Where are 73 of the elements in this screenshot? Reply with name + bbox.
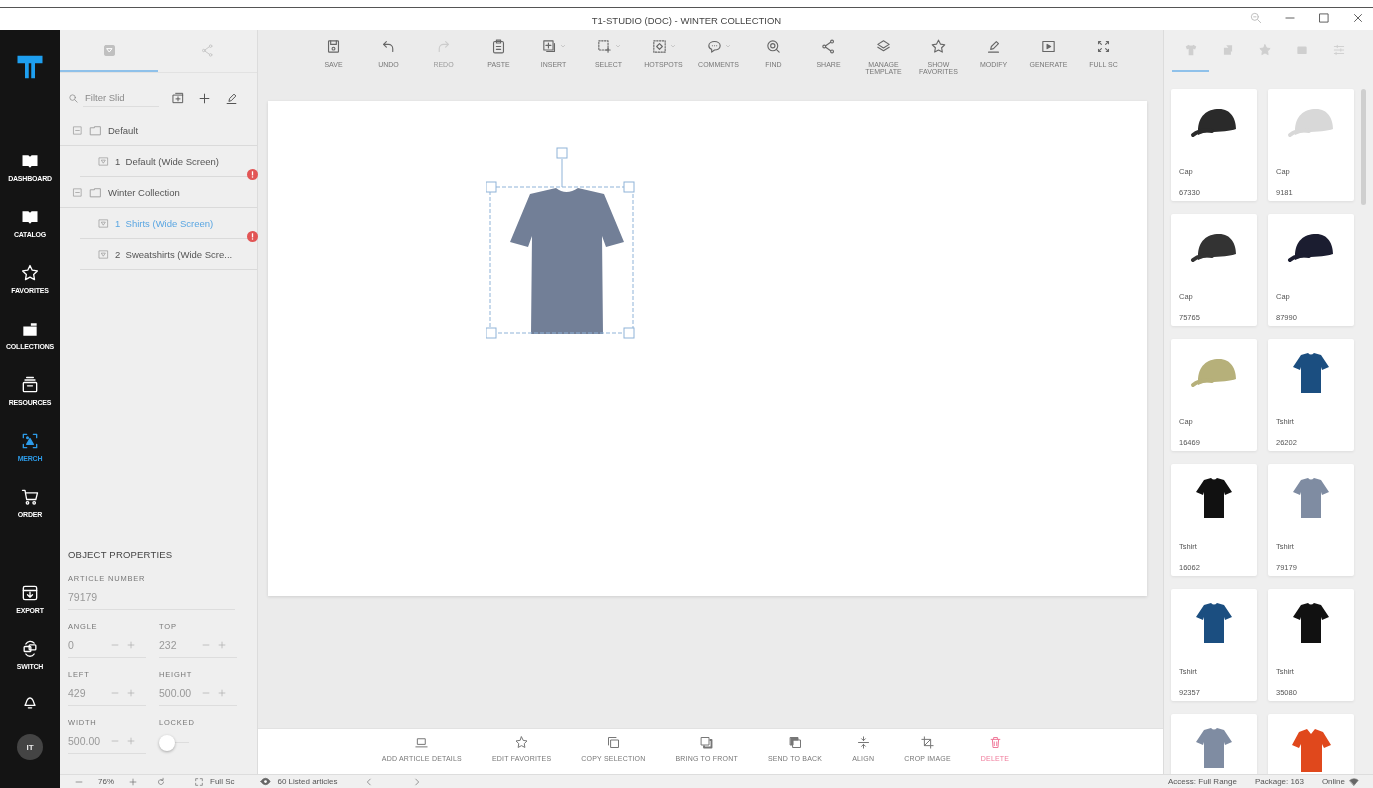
eye-icon xyxy=(260,776,272,787)
close-icon xyxy=(1351,11,1365,25)
monitor-icon xyxy=(414,735,430,750)
shirt-icon xyxy=(1183,43,1198,57)
folder-icon xyxy=(89,185,102,199)
plus-icon xyxy=(126,640,136,650)
plus-icon xyxy=(197,90,212,106)
add-slide-button[interactable] xyxy=(171,91,185,105)
add-button[interactable] xyxy=(197,90,212,106)
tree-group[interactable]: Default xyxy=(60,115,257,146)
access-label: Access: Full Range xyxy=(1168,777,1237,786)
slide-icon xyxy=(98,248,109,260)
selection-frame[interactable] xyxy=(486,147,635,339)
bring-front-icon xyxy=(699,735,715,750)
sliders-icon xyxy=(1331,43,1346,57)
maximize-icon xyxy=(1317,11,1331,25)
folder-icon xyxy=(89,123,102,137)
article-count: 60 Listed articles xyxy=(277,777,338,786)
field-value[interactable]: 500.00 xyxy=(68,735,104,747)
slide-icon xyxy=(101,42,117,58)
scrollbar-thumb[interactable] xyxy=(1361,89,1366,205)
refresh-icon xyxy=(156,776,166,787)
field-value[interactable]: 429 xyxy=(68,687,104,699)
star-icon xyxy=(20,262,40,283)
zoom-in-icon xyxy=(128,776,138,787)
increment-button[interactable] xyxy=(217,688,227,698)
share-icon xyxy=(199,42,215,58)
find-icon xyxy=(765,37,782,55)
hotspot-icon xyxy=(650,37,668,55)
slide-canvas[interactable] xyxy=(268,101,1147,596)
increment-button[interactable] xyxy=(217,640,227,650)
star-icon xyxy=(514,735,530,750)
selection-icon xyxy=(595,37,613,55)
window-title: T1-STUDIO (DOC) - WINTER COLLECTION xyxy=(591,15,782,26)
plus-icon xyxy=(126,736,136,746)
user-avatar[interactable]: IT xyxy=(17,734,43,760)
increment-button[interactable] xyxy=(126,736,136,746)
collapse-icon xyxy=(72,186,83,198)
plus-icon xyxy=(126,688,136,698)
zoom-icon[interactable] xyxy=(1249,11,1263,25)
plus-icon xyxy=(217,688,227,698)
slide-icon xyxy=(98,155,109,167)
field-value[interactable]: 500.00 xyxy=(159,687,195,699)
increment-button[interactable] xyxy=(126,640,136,650)
save-icon xyxy=(325,37,342,55)
field-value[interactable]: 232 xyxy=(159,639,195,651)
package-label: Package: 163 xyxy=(1254,777,1304,786)
signal-icon xyxy=(1349,776,1359,787)
filter-field[interactable]: Filter Slid xyxy=(83,89,159,107)
align-icon xyxy=(855,735,871,750)
copy-icon xyxy=(605,735,621,750)
toggle-switch[interactable] xyxy=(159,735,189,751)
field-value[interactable]: 0 xyxy=(68,639,104,651)
insert-icon xyxy=(540,37,558,55)
increment-button[interactable] xyxy=(126,688,136,698)
connection-status: Online xyxy=(1321,777,1345,786)
star-icon xyxy=(1257,43,1272,57)
send-back-icon xyxy=(787,735,803,750)
crop-icon xyxy=(919,735,935,750)
share-icon xyxy=(820,37,837,55)
star-icon xyxy=(930,37,947,55)
fullscreen-label[interactable]: Full Sc xyxy=(210,777,235,786)
collapse-icon xyxy=(72,124,83,136)
frame-icon xyxy=(194,776,204,787)
archive-icon xyxy=(20,374,40,395)
plus-icon xyxy=(217,640,227,650)
clipboard-icon xyxy=(490,37,507,55)
field-value[interactable]: 79179 xyxy=(68,591,235,603)
section-title: OBJECT PROPERTIES xyxy=(68,549,174,560)
search-icon xyxy=(68,92,79,104)
zoom-level: 76% xyxy=(98,777,114,786)
slide-icon xyxy=(98,217,109,229)
add-slide-icon xyxy=(171,91,185,105)
